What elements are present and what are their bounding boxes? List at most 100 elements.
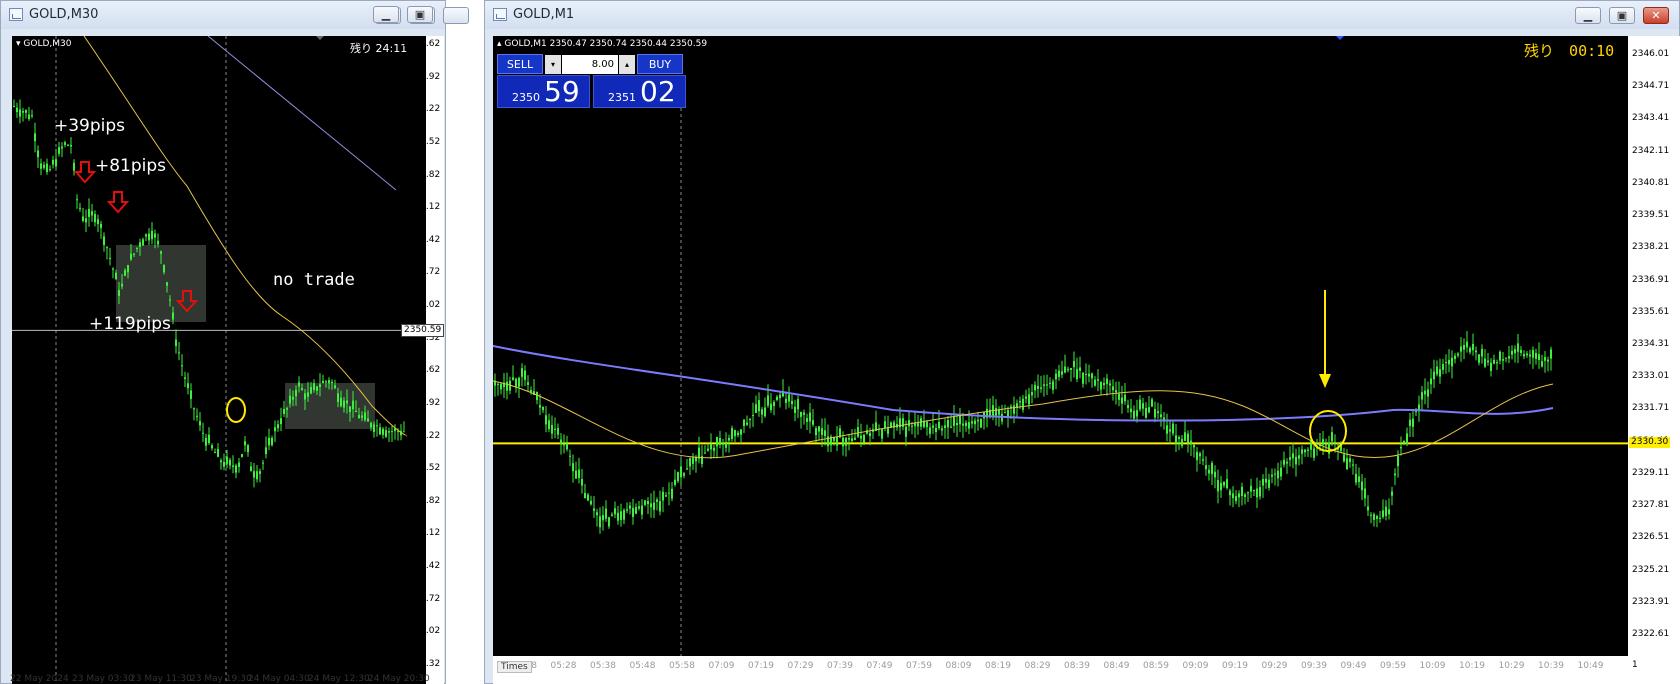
candle-body [956,422,958,426]
candle-body [968,422,970,429]
right-titlebar[interactable]: GOLD,M1 ▁ ▣ ✕ [485,1,1679,29]
candle-body [1490,362,1492,371]
right-remaining-time: 00:10 [1569,42,1615,60]
candle-body [166,282,168,286]
candle-body [1208,469,1210,474]
candle-body [169,299,171,301]
right-maximize-button[interactable]: ▣ [1609,7,1635,24]
candle-body [1397,455,1399,467]
sell-button[interactable]: SELL [497,54,543,74]
candle-body [665,495,667,497]
candle-body [716,436,718,447]
candle-body [1277,470,1279,479]
candle-body [235,465,237,473]
candle-body [635,507,637,514]
right-price-tick: 2344.71 [1632,81,1670,92]
candle-body [190,390,192,399]
left-price-tick: 2355.02 [403,300,441,311]
candle-body [1091,373,1093,379]
candle-body [1178,437,1180,440]
right-close-button[interactable]: ✕ [1643,7,1669,24]
lot-increase-button[interactable]: ▴ [619,55,635,74]
candle-body [1550,349,1552,359]
candle-body [322,380,324,383]
candle-body [1400,447,1402,449]
candle-body [331,381,333,384]
candle-body [1244,494,1246,497]
candle-body [337,393,339,402]
left-minimize-button[interactable]: ▁ [373,6,399,23]
candle-body [1382,510,1384,517]
candle-body [1097,379,1099,381]
candle-body [1133,410,1135,419]
candle-body [1109,383,1111,386]
candle-body [599,516,601,528]
candle-body [623,510,625,520]
candle-body [1451,357,1453,367]
right-price-tick: 2333.01 [1632,371,1670,382]
fast-moving-average-line [493,380,1554,459]
candle-body [743,419,745,427]
candle-body [1067,369,1069,371]
candle-body [560,439,562,444]
annotation-81pips: +81pips [95,156,167,176]
candle-body [656,499,658,502]
candle-body [355,410,357,413]
candle-body [869,432,871,437]
candle-body [22,111,24,113]
buy-price-box[interactable]: 2351 02 [593,75,686,108]
candle-body [199,421,201,426]
candle-body [175,339,177,347]
times-tab[interactable]: Times [497,661,532,673]
right-minimize-button[interactable]: ▁ [1575,7,1601,24]
sell-price-box[interactable]: 2350 59 [497,75,590,108]
candle-body [208,434,210,444]
candle-body [67,144,69,146]
candle-body [1325,443,1327,446]
candle-body [1121,397,1123,404]
candle-body [1088,373,1090,377]
candle-body [268,437,270,446]
candle-body [1298,455,1300,459]
right-price-tick: 2322.61 [1632,629,1670,639]
right-time-tick: 08:39 [1064,661,1090,671]
left-symbol-label: ▾ GOLD,M30 [16,39,72,49]
candle-body [1013,405,1015,414]
candle-body [217,448,219,457]
candle-body [1223,481,1225,486]
candle-body [151,230,153,240]
right-chart-area[interactable]: ▴ GOLD,M1 2350.47 2350.74 2350.44 2350.5… [493,36,1628,656]
lot-decrease-button[interactable]: ▾ [545,55,561,74]
right-remaining: 残り 00:10 [1524,40,1614,61]
candle-body [938,421,940,429]
candle-body [1073,361,1075,368]
candle-body [1514,349,1516,354]
candle-body [974,420,976,425]
left-window-controls: ▁ ▣ [0,0,446,28]
candle-body [196,415,198,417]
right-time-tick: 09:39 [1301,661,1327,671]
candle-body [1226,479,1228,489]
candle-body [926,421,928,428]
candle-body [1541,361,1543,367]
candle-body [1439,369,1441,377]
left-price-tick: 2366.42 [403,234,441,245]
right-price-tick: 2326.51 [1632,532,1670,543]
left-maximize-button[interactable]: ▣ [407,6,433,23]
candle-body [1304,449,1306,453]
candle-body [274,427,276,432]
candle-body [178,352,180,354]
left-price-scale[interactable] [426,36,444,684]
candle-body [917,423,919,427]
left-chart-area[interactable]: ▾ GOLD,M30 残り 24:11 +39pips +81pips +119… [12,36,426,684]
candle-body [1496,362,1498,364]
right-time-tick: 09:49 [1340,661,1367,671]
buy-button[interactable]: BUY [637,54,683,74]
candle-body [815,428,817,436]
candle-body [1253,489,1255,491]
candle-body [1295,456,1297,465]
candle-body [1049,382,1051,384]
candle-body [1034,384,1036,391]
close-button-left[interactable] [443,7,469,24]
lot-size-input[interactable]: 8.00 [562,55,618,74]
